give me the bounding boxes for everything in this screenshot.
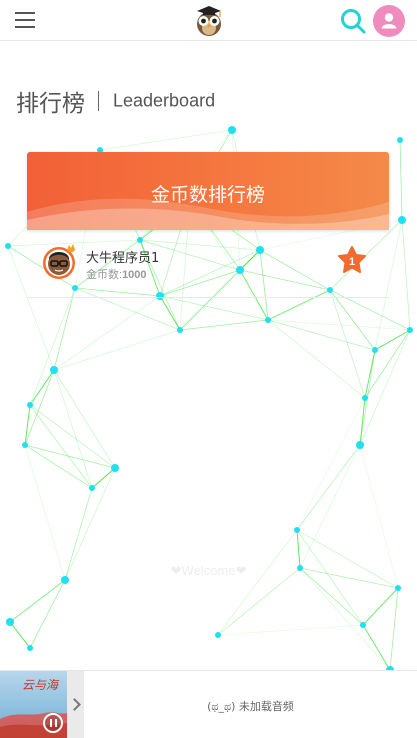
network-node bbox=[407, 327, 413, 333]
leaderboard-user-name: 大牛程序员1 bbox=[86, 251, 160, 266]
user-avatar-button[interactable] bbox=[373, 5, 405, 37]
network-node bbox=[111, 464, 119, 472]
pause-icon[interactable] bbox=[43, 713, 63, 733]
network-line bbox=[159, 295, 269, 321]
network-line bbox=[24, 444, 66, 581]
network-line bbox=[401, 219, 411, 331]
network-node bbox=[228, 126, 236, 134]
network-line bbox=[329, 289, 376, 351]
music-player: 云与海 (ಥ_ಥ) 未加载音频 bbox=[0, 670, 417, 738]
network-line bbox=[29, 579, 66, 649]
network-line bbox=[53, 329, 181, 371]
leaderboard-title: 金币数排行榜 bbox=[150, 184, 265, 206]
leaderboard-card: 金币数排行榜 大牛程序员1 金币数:1000 1 bbox=[27, 152, 389, 298]
album-title: 云与海 bbox=[22, 678, 59, 692]
owl-graduate-logo-icon[interactable] bbox=[193, 4, 225, 37]
hamburger-menu-icon[interactable] bbox=[15, 12, 35, 28]
crowned-avatar-icon bbox=[43, 244, 75, 279]
network-node bbox=[356, 441, 364, 449]
player-status: (ಥ_ಥ) 未加载音频 bbox=[207, 700, 294, 713]
title-divider bbox=[98, 91, 99, 111]
page-title-cn: 排行榜 bbox=[16, 91, 85, 117]
network-line bbox=[29, 369, 55, 406]
leaderboard-banner: 金币数排行榜 bbox=[27, 152, 389, 230]
network-node bbox=[22, 442, 28, 448]
network-line bbox=[267, 319, 411, 331]
network-node bbox=[294, 527, 300, 533]
network-node bbox=[177, 327, 183, 333]
network-line bbox=[374, 329, 411, 351]
network-line bbox=[24, 444, 93, 489]
network-line bbox=[29, 404, 116, 469]
network-line bbox=[29, 404, 93, 489]
rank-number: 1 bbox=[349, 256, 355, 268]
network-node bbox=[6, 618, 14, 626]
network-line bbox=[53, 369, 93, 489]
network-node bbox=[5, 243, 11, 249]
network-line bbox=[99, 129, 233, 151]
network-line bbox=[296, 444, 361, 531]
network-line bbox=[9, 579, 66, 623]
album-cover[interactable]: 云与海 bbox=[0, 671, 67, 738]
network-node bbox=[372, 347, 378, 353]
network-line bbox=[329, 289, 366, 399]
leaderboard-coin-count: 金币数:1000 bbox=[86, 266, 147, 282]
network-node bbox=[395, 585, 401, 591]
search-icon[interactable] bbox=[340, 8, 366, 34]
coin-value: 1000 bbox=[122, 269, 147, 281]
leaderboard-row[interactable]: 大牛程序员1 金币数:1000 1 bbox=[27, 230, 389, 298]
page-title: 排行榜 Leaderboard bbox=[16, 84, 215, 118]
network-line bbox=[91, 467, 116, 489]
network-node bbox=[398, 216, 406, 224]
network-node bbox=[360, 622, 366, 628]
user-icon bbox=[381, 13, 397, 29]
network-line bbox=[267, 319, 376, 351]
welcome-text: ❤Welcome❤ bbox=[170, 563, 247, 578]
network-line bbox=[359, 397, 366, 446]
page-title-en: Leaderboard bbox=[113, 90, 216, 111]
network-node bbox=[27, 645, 33, 651]
network-node bbox=[50, 366, 58, 374]
network-line bbox=[267, 319, 366, 399]
rank-star-icon: 1 bbox=[338, 246, 366, 273]
network-line bbox=[389, 587, 399, 671]
network-line bbox=[399, 139, 403, 221]
network-line bbox=[362, 587, 399, 626]
network-node bbox=[215, 632, 221, 638]
network-node bbox=[362, 395, 368, 401]
network-line bbox=[159, 295, 181, 331]
network-line bbox=[53, 369, 116, 469]
coin-label: 金币数: bbox=[86, 269, 123, 281]
network-line bbox=[296, 397, 366, 531]
top-navbar bbox=[0, 0, 417, 41]
network-node bbox=[265, 317, 271, 323]
network-line bbox=[24, 444, 116, 469]
network-line bbox=[217, 624, 364, 636]
network-line bbox=[179, 319, 269, 331]
chevron-right-icon[interactable] bbox=[67, 671, 84, 738]
network-node bbox=[89, 485, 95, 491]
network-node bbox=[397, 137, 403, 143]
network-line bbox=[217, 529, 298, 636]
network-line bbox=[9, 621, 31, 649]
network-line bbox=[29, 287, 76, 406]
network-line bbox=[362, 624, 391, 671]
network-node bbox=[27, 402, 33, 408]
